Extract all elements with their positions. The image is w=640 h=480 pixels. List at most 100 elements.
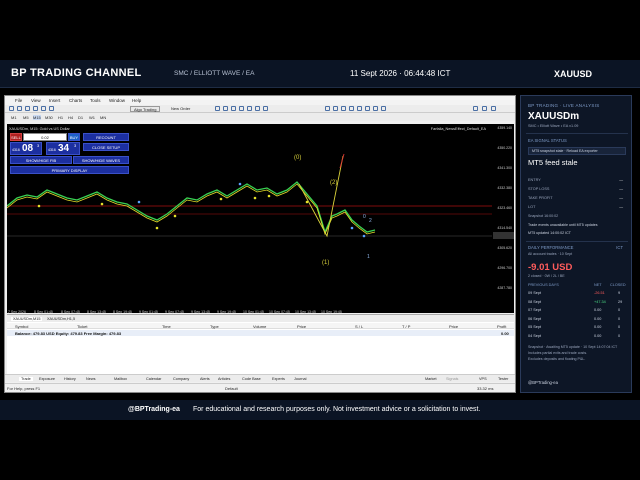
search-icon[interactable] [473,106,478,111]
tab-trade[interactable]: Trade [19,377,33,381]
tab-exposure[interactable]: Exposure [39,377,55,381]
new-order-button[interactable]: New Order [171,106,190,112]
tf-h1[interactable]: H1 [58,115,63,120]
tester-button[interactable]: Tester [498,377,508,381]
tab-articles[interactable]: Articles [218,377,230,381]
tab-history[interactable]: History [64,377,76,381]
tf-mn[interactable]: MN [100,115,106,120]
tf-m1[interactable]: M1 [11,115,17,120]
chart-tab-h1[interactable]: XAUUSDm,H1,5 [47,317,75,321]
pnl-sub: 2 closed · 0W / 2L / BE [528,274,565,278]
strategy-tester-icon[interactable] [49,106,54,111]
menu-charts[interactable]: Charts [69,98,82,103]
take-profit-label: TAKE PROFIT [528,196,553,200]
balance-text: Balance: 479.83 USD Equity: 479.83 Free … [15,331,122,336]
target-arrow [339,153,345,169]
col-sl[interactable]: S / L [355,324,363,329]
algo-trading-button[interactable]: Algo Trading [130,106,161,112]
fibonacci-icon[interactable] [365,106,370,111]
col-type[interactable]: Type [210,324,219,329]
channel-title: BP TRADING CHANNEL [11,67,142,79]
menu-window[interactable]: Window [109,98,125,103]
navigator-icon[interactable] [33,106,38,111]
perf-day: 06 Sept [528,316,542,321]
channel-icon[interactable] [357,106,362,111]
stop-loss-value: — [619,187,623,191]
tab-code-base[interactable]: Code Base [242,377,261,381]
tab-news[interactable]: News [86,377,96,381]
tf-w1[interactable]: W1 [89,115,95,120]
chart-tab-m15[interactable]: XAUUSDm,M15 [11,316,43,321]
account-icon[interactable] [482,106,487,111]
perf-net: 0.00 [594,308,602,312]
trendline-icon[interactable] [349,106,354,111]
col-ticket[interactable]: Ticket [77,324,88,329]
tf-h4[interactable]: H4 [68,115,73,120]
footer-band: @BPTrading-ea For educational and resear… [0,400,640,420]
indicators-icon[interactable] [255,106,260,111]
perf-closed: 29 [618,299,623,304]
footnote-2: Includes partial exits and trade costs. [528,351,588,355]
menu-help[interactable]: Help [132,98,141,103]
divider [526,241,628,242]
y-tick: 4341.300 [497,166,512,170]
tab-experts[interactable]: Experts [272,377,285,381]
shapes-icon[interactable] [381,106,386,111]
trade-table-header: Symbol Ticket Time Type Volume Price S /… [7,323,514,329]
col-price-current[interactable]: Price [449,324,458,329]
text-icon[interactable] [373,106,378,111]
chart-shift-icon[interactable] [247,106,252,111]
tab-alerts[interactable]: Alerts [200,377,210,381]
signals-button[interactable]: Signals [446,377,458,381]
price-chart[interactable]: XAUUSDm, M15: Gold vs US Dollar Farfalla… [7,124,514,304]
perf-day: 04 Sept [528,333,542,338]
menu-insert[interactable]: Insert [49,98,60,103]
entry-label: ENTRY [528,178,541,182]
menu-tools[interactable]: Tools [90,98,101,103]
tab-mailbox[interactable]: Mailbox [114,377,127,381]
col-time[interactable]: Time [162,324,171,329]
templates-icon[interactable] [263,106,268,111]
tf-m30[interactable]: M30 [45,115,53,120]
y-tick: 4305.620 [497,246,512,250]
tf-m5[interactable]: M5 [23,115,29,120]
market-watch-icon[interactable] [25,106,30,111]
grid-icon[interactable] [231,106,236,111]
col-price[interactable]: Price [297,324,306,329]
vertical-line-icon[interactable] [333,106,338,111]
signal-dot [238,182,242,186]
y-tick: 4332.380 [497,186,512,190]
horizontal-line-icon[interactable] [341,106,346,111]
col-volume[interactable]: Volume [253,324,266,329]
crosshair-icon[interactable] [325,106,330,111]
balance-row: Balance: 479.83 USD Equity: 479.83 Free … [7,330,514,336]
ea-handle: @BPTrading-ea [528,380,558,385]
signal-dot [362,234,366,238]
auto-scroll-icon[interactable] [239,106,244,111]
market-button[interactable]: Market [425,377,437,381]
profiles-icon[interactable] [17,106,22,111]
col-tp[interactable]: T / P [402,324,410,329]
col-symbol[interactable]: Symbol [15,324,28,329]
tab-company[interactable]: Company [173,377,189,381]
menu-view[interactable]: View [31,98,41,103]
tf-d1[interactable]: D1 [78,115,83,120]
new-chart-icon[interactable] [9,106,14,111]
chart-canvas: (0) (2) (1) 0 2 1 [7,153,514,266]
perf-day: 05 Sept [528,325,542,329]
vps-button[interactable]: VPS [479,377,487,381]
small-wave-mark: 2 [369,218,372,224]
col-profit[interactable]: Profit [497,324,506,329]
zoom-in-icon[interactable] [215,106,220,111]
tab-journal[interactable]: Journal [294,377,306,381]
timeframe-bar: M1 M5 M15 M30 H1 H4 D1 W1 MN [5,113,515,121]
perf-net: +47.34 [594,299,606,304]
zoom-out-icon[interactable] [223,106,228,111]
tab-calendar[interactable]: Calendar [146,377,161,381]
menu-file[interactable]: File [15,98,22,103]
wave-label-2: (2) [330,180,337,186]
settings-icon[interactable] [491,106,496,111]
tf-m15[interactable]: M15 [33,115,41,120]
terminal-icon[interactable] [41,106,46,111]
perf-closed: 0 [618,308,621,312]
